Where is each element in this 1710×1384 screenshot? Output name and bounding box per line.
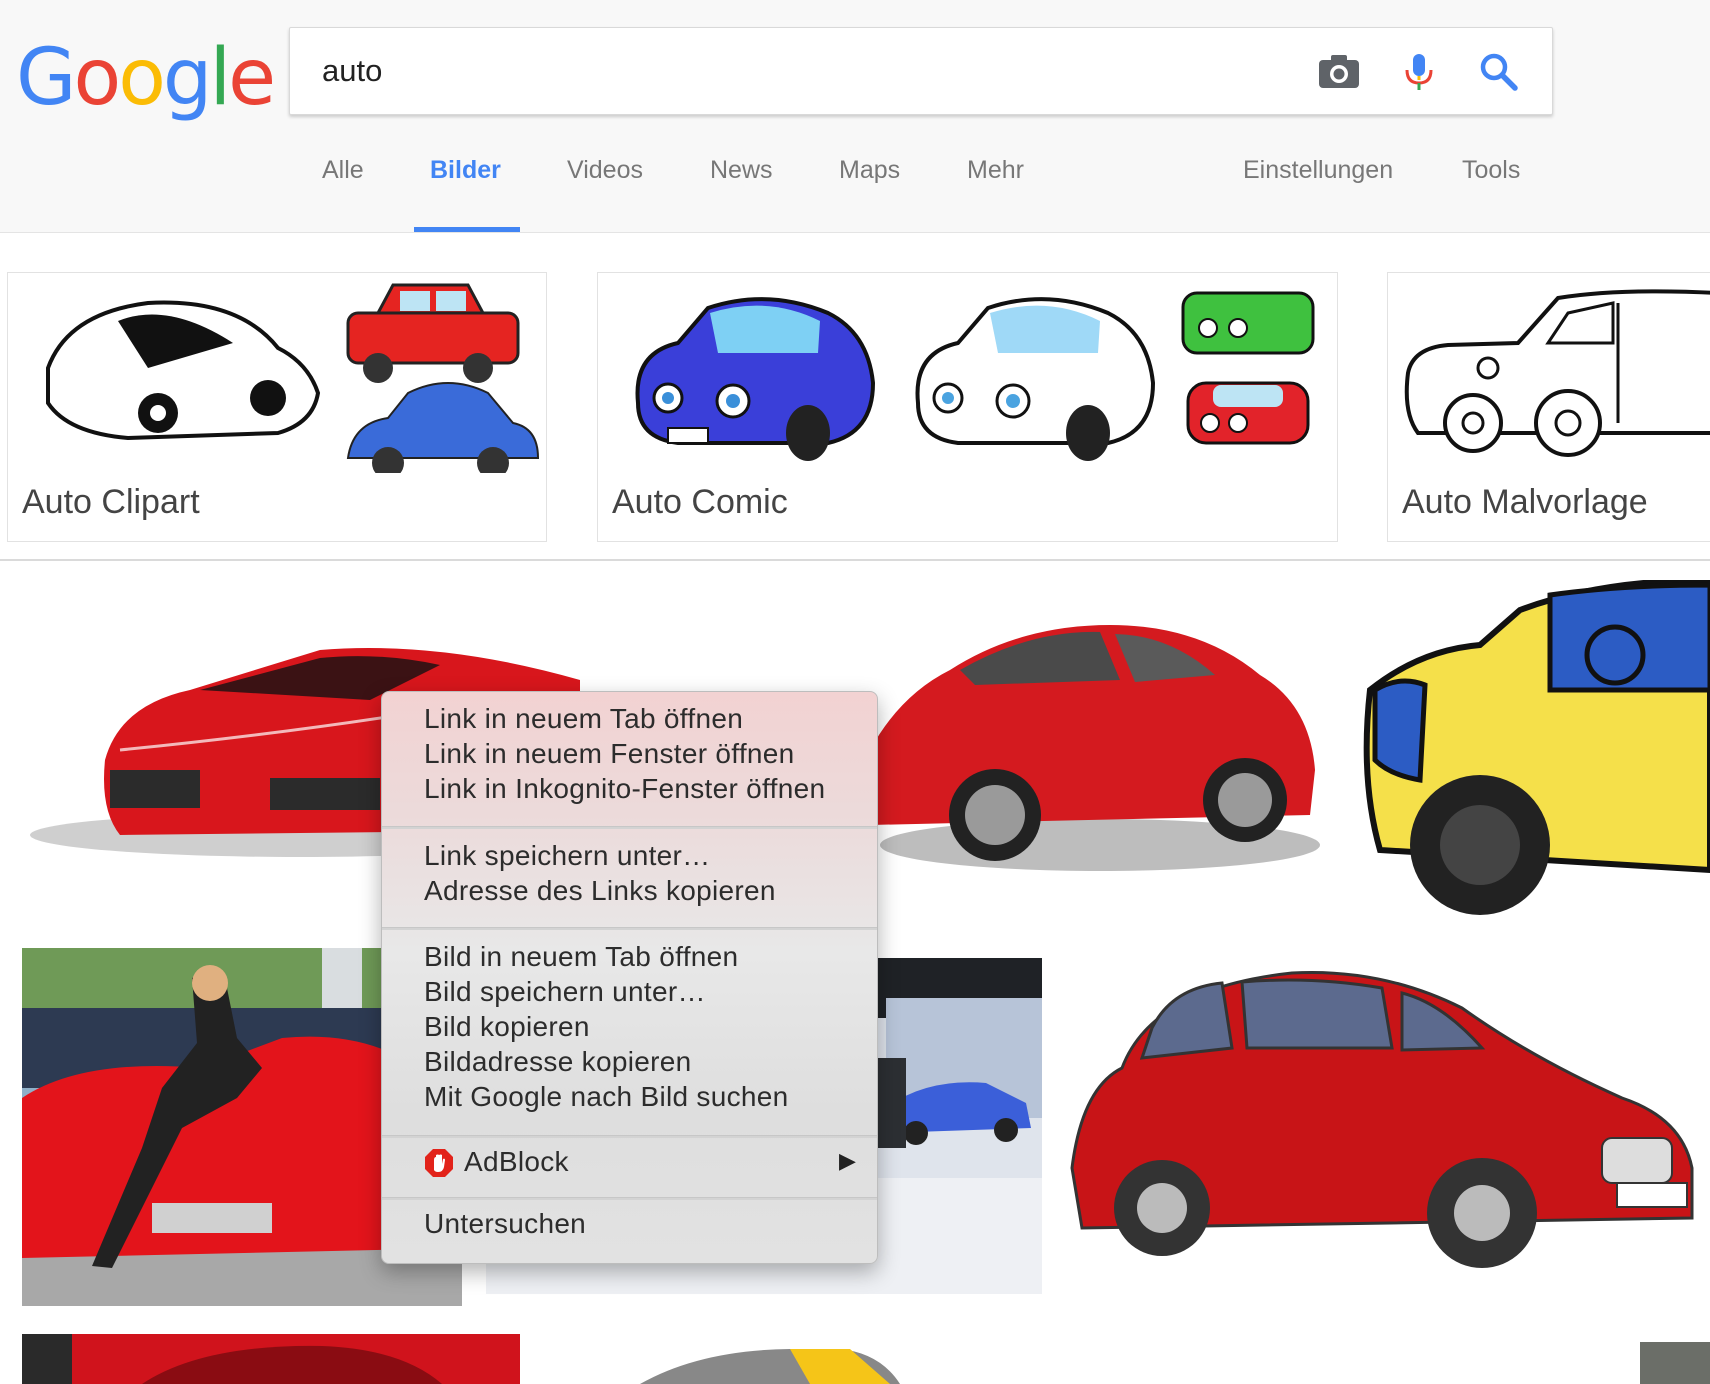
logo-letter: e — [228, 33, 276, 123]
menu-separator — [382, 927, 877, 930]
menu-item-inspect[interactable]: Untersuchen — [424, 1208, 586, 1240]
tools-link[interactable]: Tools — [1462, 156, 1520, 185]
tab-alle[interactable]: Alle — [322, 156, 364, 185]
logo-letter: l — [209, 33, 231, 123]
menu-item-copy-link-address[interactable]: Adresse des Links kopieren — [424, 875, 776, 907]
context-menu: Link in neuem Tab öffnen Link in neuem F… — [381, 691, 878, 1264]
tab-maps[interactable]: Maps — [839, 156, 900, 185]
microphone-icon[interactable] — [1397, 50, 1441, 94]
logo-letter: o — [73, 33, 121, 123]
menu-item-adblock[interactable]: AdBlock ▶ — [424, 1144, 857, 1184]
tab-mehr[interactable]: Mehr — [967, 156, 1024, 185]
related-card-auto-malvorlage[interactable]: Auto Malvorlage — [1387, 272, 1710, 542]
related-card-label: Auto Comic — [612, 483, 788, 521]
yellow-cartoon-car-image — [1363, 580, 1710, 915]
menu-item-search-google-image[interactable]: Mit Google nach Bild suchen — [424, 1081, 789, 1113]
result-image-red-mustang[interactable] — [870, 600, 1330, 880]
google-logo[interactable]: Google — [16, 28, 276, 128]
partial-red-car-image — [22, 1334, 520, 1384]
result-image-yellow-cartoon-car[interactable] — [1360, 580, 1710, 920]
search-input[interactable] — [322, 48, 1282, 94]
tab-news[interactable]: News — [710, 156, 773, 185]
menu-item-open-link-incognito[interactable]: Link in Inkognito-Fenster öffnen — [424, 773, 825, 805]
coloring-car-thumbnail — [1404, 289, 1710, 457]
menu-item-save-image-as[interactable]: Bild speichern unter… — [424, 976, 706, 1008]
camera-icon[interactable] — [1317, 50, 1361, 94]
search-tabs: Alle Bilder Videos News Maps Mehr Einste… — [0, 140, 1710, 232]
header: Google Alle Bilder Videos News Maps Mehr… — [0, 0, 1710, 233]
red-mustang-image — [870, 625, 1320, 871]
result-image-red-2cv[interactable] — [1062, 968, 1710, 1288]
related-searches: Auto Clipart Auto Comic Auto Malvorlage — [0, 233, 1710, 561]
menu-item-copy-image-address[interactable]: Bildadresse kopieren — [424, 1046, 692, 1078]
red-2cv-image — [1070, 970, 1694, 1268]
menu-item-copy-image[interactable]: Bild kopieren — [424, 1011, 590, 1043]
logo-letter: g — [162, 33, 212, 123]
tab-bilder[interactable]: Bilder — [430, 156, 501, 185]
menu-item-open-link-new-window[interactable]: Link in neuem Fenster öffnen — [424, 738, 795, 770]
tab-videos[interactable]: Videos — [567, 156, 643, 185]
related-card-label: Auto Clipart — [22, 483, 200, 521]
active-tab-indicator — [414, 227, 520, 232]
result-image-partial-red[interactable] — [22, 1334, 520, 1384]
logo-letter: o — [118, 33, 166, 123]
comic-car-thumbnails — [635, 291, 1315, 461]
search-icon[interactable] — [1477, 50, 1521, 94]
adblock-icon — [425, 1149, 453, 1177]
menu-item-open-image-new-tab[interactable]: Bild in neuem Tab öffnen — [424, 941, 738, 973]
result-image-partial-gray[interactable] — [1640, 1342, 1710, 1384]
result-image-partial-yellow[interactable] — [640, 1345, 920, 1384]
menu-item-adblock-label: AdBlock — [464, 1146, 569, 1177]
submenu-arrow-icon: ▶ — [839, 1148, 857, 1173]
menu-item-open-link-new-tab[interactable]: Link in neuem Tab öffnen — [424, 703, 743, 735]
menu-separator — [382, 826, 877, 829]
related-card-auto-clipart[interactable]: Auto Clipart — [7, 272, 547, 542]
menu-separator — [382, 1135, 877, 1138]
logo-letter: G — [16, 33, 76, 123]
partial-yellow-car-image — [640, 1349, 900, 1384]
clipart-car-thumbnails — [46, 283, 540, 473]
partial-gray-image — [1640, 1342, 1710, 1384]
search-box — [289, 27, 1553, 115]
settings-link[interactable]: Einstellungen — [1243, 156, 1393, 185]
related-card-auto-comic[interactable]: Auto Comic — [597, 272, 1338, 542]
related-card-label: Auto Malvorlage — [1402, 483, 1648, 521]
menu-item-save-link-as[interactable]: Link speichern unter… — [424, 840, 710, 872]
menu-separator — [382, 1197, 877, 1200]
